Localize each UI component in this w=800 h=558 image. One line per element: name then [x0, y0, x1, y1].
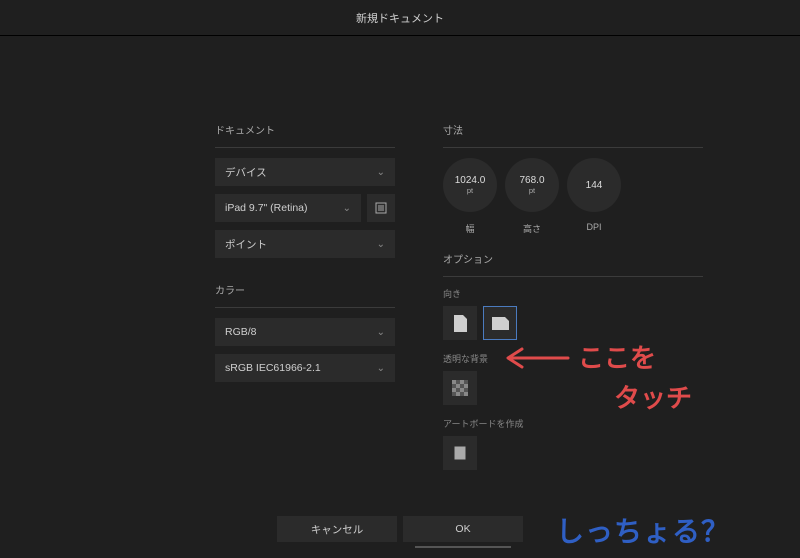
cancel-button[interactable]: キャンセル	[277, 516, 397, 542]
chevron-down-icon: ⌄	[377, 363, 385, 374]
dialog-content: ドキュメント デバイス ⌄ iPad 9.7" (Retina) ⌄ ポイン	[0, 36, 800, 470]
landscape-icon	[492, 317, 509, 330]
height-unit: pt	[529, 186, 535, 195]
unit-value: ポイント	[225, 237, 267, 252]
document-type-dropdown[interactable]: デバイス ⌄	[215, 158, 395, 186]
ok-underline	[415, 546, 511, 548]
dialog-header: 新規ドキュメント	[0, 0, 800, 36]
height-stepper[interactable]: 768.0 pt	[505, 158, 559, 212]
orientation-row	[443, 306, 703, 340]
dialog-footer: キャンセル OK	[0, 516, 800, 542]
ok-button[interactable]: OK	[403, 516, 523, 542]
width-label: 幅	[443, 222, 497, 235]
create-artboard-toggle[interactable]	[443, 436, 477, 470]
transparent-bg-toggle[interactable]	[443, 371, 477, 405]
list-icon	[375, 202, 387, 214]
dialog-title: 新規ドキュメント	[356, 10, 444, 26]
dpi-value: 144	[586, 180, 603, 191]
height-label: 高さ	[505, 222, 559, 235]
height-value: 768.0	[519, 175, 544, 186]
document-type-value: デバイス	[225, 165, 267, 180]
color-profile-dropdown[interactable]: sRGB IEC61966-2.1 ⌄	[215, 354, 395, 382]
document-section-label: ドキュメント	[215, 122, 395, 137]
chevron-down-icon: ⌄	[377, 167, 385, 178]
dpi-stepper[interactable]: 144	[567, 158, 621, 212]
create-artboard-label: アートボードを作成	[443, 417, 703, 430]
ok-label: OK	[455, 523, 470, 535]
orientation-label: 向き	[443, 287, 703, 300]
unit-dropdown[interactable]: ポイント ⌄	[215, 230, 395, 258]
chevron-down-icon: ⌄	[377, 327, 385, 338]
width-stepper[interactable]: 1024.0 pt	[443, 158, 497, 212]
dpi-label: DPI	[567, 222, 621, 235]
left-column: ドキュメント デバイス ⌄ iPad 9.7" (Retina) ⌄ ポイン	[215, 122, 395, 470]
orientation-landscape-button[interactable]	[483, 306, 517, 340]
color-profile-value: sRGB IEC61966-2.1	[225, 362, 321, 374]
orientation-portrait-button[interactable]	[443, 306, 477, 340]
device-preset-value: iPad 9.7" (Retina)	[225, 202, 308, 214]
color-format-dropdown[interactable]: RGB/8 ⌄	[215, 318, 395, 346]
chevron-down-icon: ⌄	[343, 203, 351, 214]
transparent-bg-label: 透明な背景	[443, 352, 703, 365]
device-preset-dropdown[interactable]: iPad 9.7" (Retina) ⌄	[215, 194, 361, 222]
cancel-label: キャンセル	[311, 522, 364, 537]
chevron-down-icon: ⌄	[377, 239, 385, 250]
dimension-labels: 幅 高さ DPI	[443, 222, 703, 235]
color-format-value: RGB/8	[225, 326, 257, 338]
dimensions-section-label: 寸法	[443, 122, 703, 137]
artboard-icon	[452, 444, 468, 462]
checker-icon	[452, 380, 468, 396]
preset-list-button[interactable]	[367, 194, 395, 222]
width-unit: pt	[467, 186, 473, 195]
dimension-circles: 1024.0 pt 768.0 pt 144	[443, 158, 703, 212]
width-value: 1024.0	[455, 175, 486, 186]
portrait-icon	[454, 315, 467, 332]
right-column: 寸法 1024.0 pt 768.0 pt 144 幅 高さ DPI オプション…	[443, 122, 703, 470]
color-section-label: カラー	[215, 282, 395, 297]
options-section-label: オプション	[443, 251, 703, 266]
